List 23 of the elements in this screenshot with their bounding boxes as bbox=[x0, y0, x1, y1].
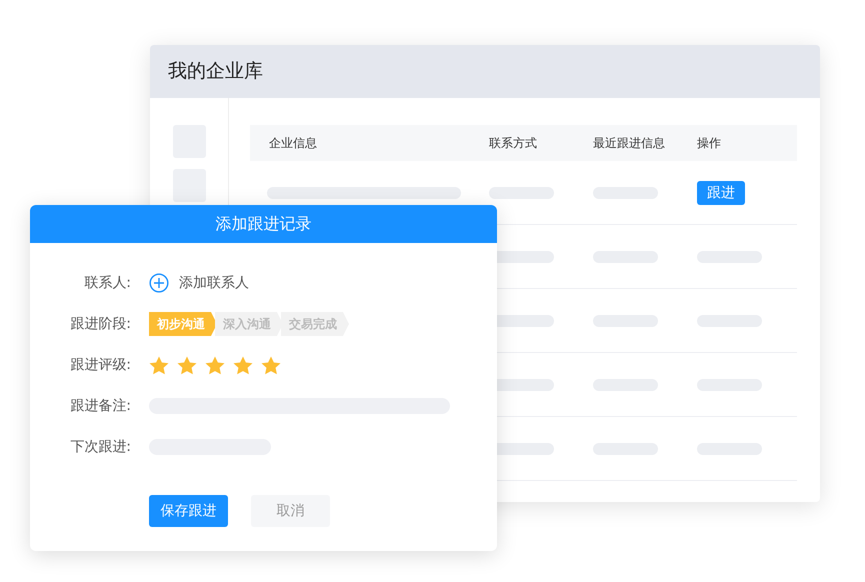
plus-circle-icon bbox=[149, 273, 169, 293]
field-label: 下次跟进: bbox=[69, 438, 131, 456]
star-icon[interactable] bbox=[177, 356, 197, 374]
field-label: 跟进阶段: bbox=[69, 314, 131, 334]
field-label: 跟进评级: bbox=[69, 356, 131, 374]
cancel-button[interactable]: 取消 bbox=[251, 495, 330, 527]
field-label: 联系人: bbox=[83, 274, 131, 292]
star-icon[interactable] bbox=[205, 356, 225, 374]
star-icon[interactable] bbox=[233, 356, 253, 374]
star-icon[interactable] bbox=[149, 356, 169, 374]
follow-up-button[interactable]: 跟进 bbox=[697, 181, 745, 205]
column-header: 操作 bbox=[697, 136, 721, 150]
add-contact-link[interactable]: 添加联系人 bbox=[149, 272, 249, 294]
stage-tab[interactable]: 初步沟通 bbox=[149, 312, 217, 336]
column-header: 最近跟进信息 bbox=[593, 136, 665, 150]
window-title: 我的企业库 bbox=[150, 45, 820, 98]
column-header: 联系方式 bbox=[489, 136, 537, 150]
field-label: 跟进备注: bbox=[69, 396, 131, 416]
dialog-title: 添加跟进记录 bbox=[30, 205, 497, 243]
star-icon[interactable] bbox=[261, 356, 281, 374]
save-button[interactable]: 保存跟进 bbox=[149, 495, 228, 527]
column-header: 企业信息 bbox=[269, 136, 317, 150]
placeholder-block bbox=[172, 169, 206, 202]
